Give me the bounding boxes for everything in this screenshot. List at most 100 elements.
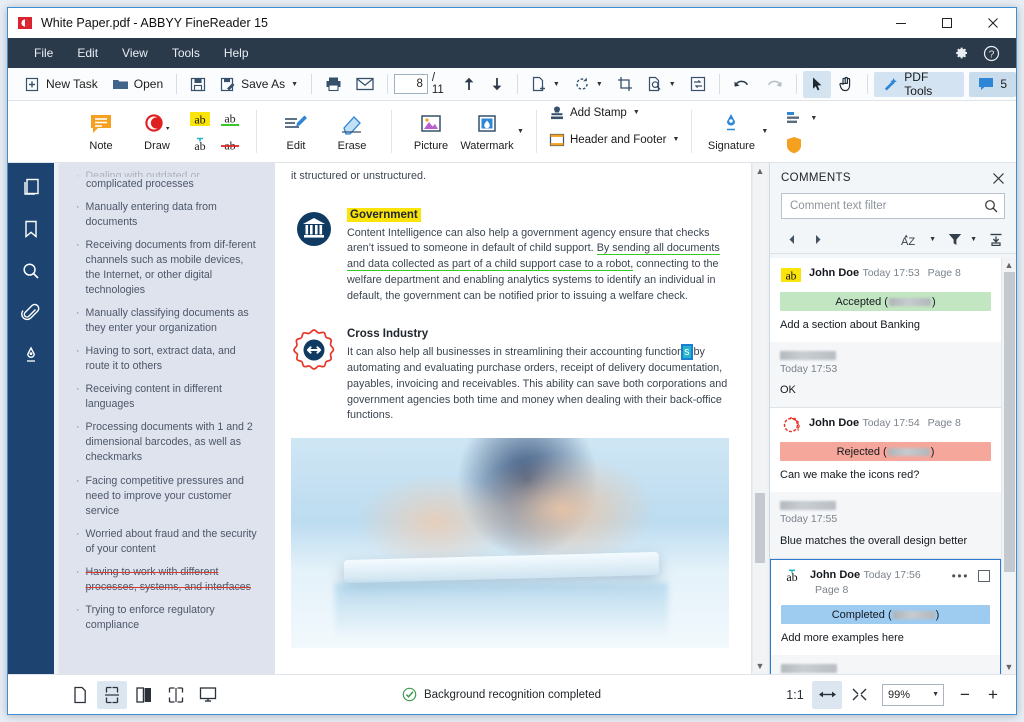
- add-stamp-button[interactable]: Add Stamp ▼: [544, 101, 684, 124]
- chevron-down-icon[interactable]: ▼: [517, 128, 524, 135]
- email-button[interactable]: [349, 71, 381, 98]
- chevron-down-icon[interactable]: ▼: [596, 81, 603, 88]
- save-button[interactable]: [183, 71, 213, 98]
- chevron-down-icon[interactable]: ▼: [633, 109, 640, 116]
- edit-tool[interactable]: Edit: [269, 104, 323, 160]
- scroll-up-arrow[interactable]: ▲: [1004, 259, 1014, 271]
- view-two-pages-button[interactable]: [129, 681, 159, 709]
- menu-tools[interactable]: Tools: [160, 38, 212, 68]
- highlight-tool[interactable]: ab: [186, 107, 214, 131]
- insert-text-tool[interactable]: ab: [186, 133, 214, 157]
- comment-filter-field[interactable]: [781, 193, 1005, 219]
- comment-reply[interactable]: Today 17:55 Blue matches the overall des…: [770, 492, 1001, 557]
- signature-tool[interactable]: Signature: [704, 104, 758, 160]
- erase-tool[interactable]: Erase: [325, 104, 379, 160]
- zoom-in-button[interactable]: +: [980, 682, 1006, 708]
- reorder-pages-button[interactable]: [683, 71, 713, 98]
- comment-entry[interactable]: ab John Doe Today 17:56 Page 8: [771, 560, 1000, 655]
- view-two-pages-continuous-button[interactable]: [161, 681, 191, 709]
- find-in-page-button[interactable]: ▼: [640, 71, 683, 98]
- search-icon[interactable]: [984, 199, 998, 213]
- chevron-down-icon[interactable]: ▼: [810, 115, 817, 122]
- comment-entry[interactable]: John Doe Today 17:54 Page 8 Rejected (): [770, 408, 1001, 492]
- chevron-down-icon[interactable]: ▼: [553, 81, 560, 88]
- comment-thread[interactable]: ab John Doe Today 17:53 Page 8: [770, 258, 1001, 408]
- undo-button[interactable]: [726, 71, 758, 98]
- watermark-tool[interactable]: Watermark: [460, 104, 514, 160]
- zoom-level-select[interactable]: 99% ▼: [882, 684, 944, 706]
- chevron-down-icon[interactable]: ▼: [669, 81, 676, 88]
- menu-help[interactable]: Help: [212, 38, 261, 68]
- strikethrough-tool[interactable]: ab: [216, 133, 244, 157]
- filter-comments-button[interactable]: [943, 229, 967, 251]
- rotate-button[interactable]: ▼: [567, 71, 610, 98]
- sidebar-item-signatures[interactable]: [14, 339, 48, 371]
- chevron-down-icon[interactable]: ▼: [761, 128, 768, 135]
- comments-toggle-button[interactable]: 5: [969, 72, 1016, 97]
- sort-comments-button[interactable]: AZ: [896, 229, 926, 251]
- previous-page-button[interactable]: [455, 71, 483, 98]
- picture-tool[interactable]: Picture: [404, 104, 458, 160]
- chevron-down-icon[interactable]: ▼: [932, 691, 939, 698]
- comment-checkbox[interactable]: [978, 570, 990, 582]
- sidebar-item-attachments[interactable]: [14, 297, 48, 329]
- next-page-button[interactable]: [483, 71, 511, 98]
- select-tool-button[interactable]: [803, 71, 831, 98]
- fit-page-button[interactable]: [844, 681, 874, 709]
- menu-view[interactable]: View: [110, 38, 160, 68]
- header-footer-button[interactable]: Header and Footer ▼: [544, 128, 684, 151]
- sidebar-item-search[interactable]: [14, 255, 48, 287]
- chevron-down-icon[interactable]: ▼: [291, 81, 298, 88]
- comment-thread[interactable]: John Doe Today 17:54 Page 8 Rejected (): [770, 408, 1001, 558]
- hand-tool-button[interactable]: [831, 71, 861, 98]
- page-number-input[interactable]: 8: [394, 74, 428, 94]
- pdf-page[interactable]: · Dealing with outdated or complicated p…: [60, 163, 751, 674]
- underline-tool[interactable]: ab: [216, 107, 244, 131]
- close-button[interactable]: [970, 8, 1016, 38]
- comment-reply[interactable]: Today 17:57 Added in the latest version.: [771, 655, 1000, 674]
- comment-reply[interactable]: Today 17:53 OK: [770, 342, 1001, 407]
- chevron-down-icon[interactable]: ▼: [970, 236, 977, 243]
- bullet-item-strikethrough[interactable]: ·Having to work with different processes…: [76, 565, 261, 595]
- open-button[interactable]: Open: [105, 71, 170, 98]
- collapse-all-button[interactable]: [984, 229, 1008, 251]
- menu-file[interactable]: File: [22, 38, 65, 68]
- zoom-out-button[interactable]: −: [952, 682, 978, 708]
- comment-thread-selected[interactable]: ab John Doe Today 17:56 Page 8: [770, 559, 1001, 674]
- minimize-button[interactable]: [878, 8, 924, 38]
- scroll-down-arrow[interactable]: ▼: [1004, 661, 1014, 673]
- view-continuous-button[interactable]: [97, 681, 127, 709]
- crop-button[interactable]: [610, 71, 640, 98]
- fit-width-button[interactable]: [812, 681, 842, 709]
- selected-character[interactable]: s: [683, 346, 690, 358]
- new-task-button[interactable]: New Task: [18, 71, 105, 98]
- menu-edit[interactable]: Edit: [65, 38, 110, 68]
- comments-scroll-thumb[interactable]: [1004, 272, 1015, 572]
- redo-button[interactable]: [758, 71, 790, 98]
- scroll-down-arrow[interactable]: ▼: [755, 660, 765, 672]
- document-scrollbar[interactable]: ▲ ▼: [753, 163, 767, 674]
- scroll-up-arrow[interactable]: ▲: [755, 165, 765, 177]
- draw-tool[interactable]: Draw: [130, 104, 184, 160]
- help-circle-icon[interactable]: ?: [976, 38, 1006, 68]
- add-pages-button[interactable]: ▼: [524, 71, 567, 98]
- print-button[interactable]: [318, 71, 349, 98]
- comments-scrollbar[interactable]: ▲ ▼: [1001, 258, 1016, 674]
- save-as-button[interactable]: Save As ▼: [213, 71, 305, 98]
- previous-comment-button[interactable]: [780, 229, 804, 251]
- next-comment-button[interactable]: [806, 229, 830, 251]
- gear-icon[interactable]: [946, 38, 976, 68]
- close-icon[interactable]: [992, 172, 1005, 185]
- more-options-icon[interactable]: •••: [952, 569, 969, 583]
- presentation-mode-button[interactable]: [193, 681, 223, 709]
- chevron-down-icon[interactable]: ▼: [672, 136, 679, 143]
- comment-filter-input[interactable]: [790, 200, 984, 212]
- pdf-tools-button[interactable]: PDF Tools: [874, 72, 965, 97]
- maximize-button[interactable]: [924, 8, 970, 38]
- view-single-page-button[interactable]: [65, 681, 95, 709]
- actual-size-button[interactable]: 1:1: [780, 681, 810, 709]
- comment-entry[interactable]: ab John Doe Today 17:53 Page 8: [770, 258, 1001, 342]
- sidebar-item-pages[interactable]: [14, 171, 48, 203]
- chevron-down-icon[interactable]: ▼: [929, 236, 936, 243]
- document-scroll-thumb[interactable]: [755, 493, 765, 563]
